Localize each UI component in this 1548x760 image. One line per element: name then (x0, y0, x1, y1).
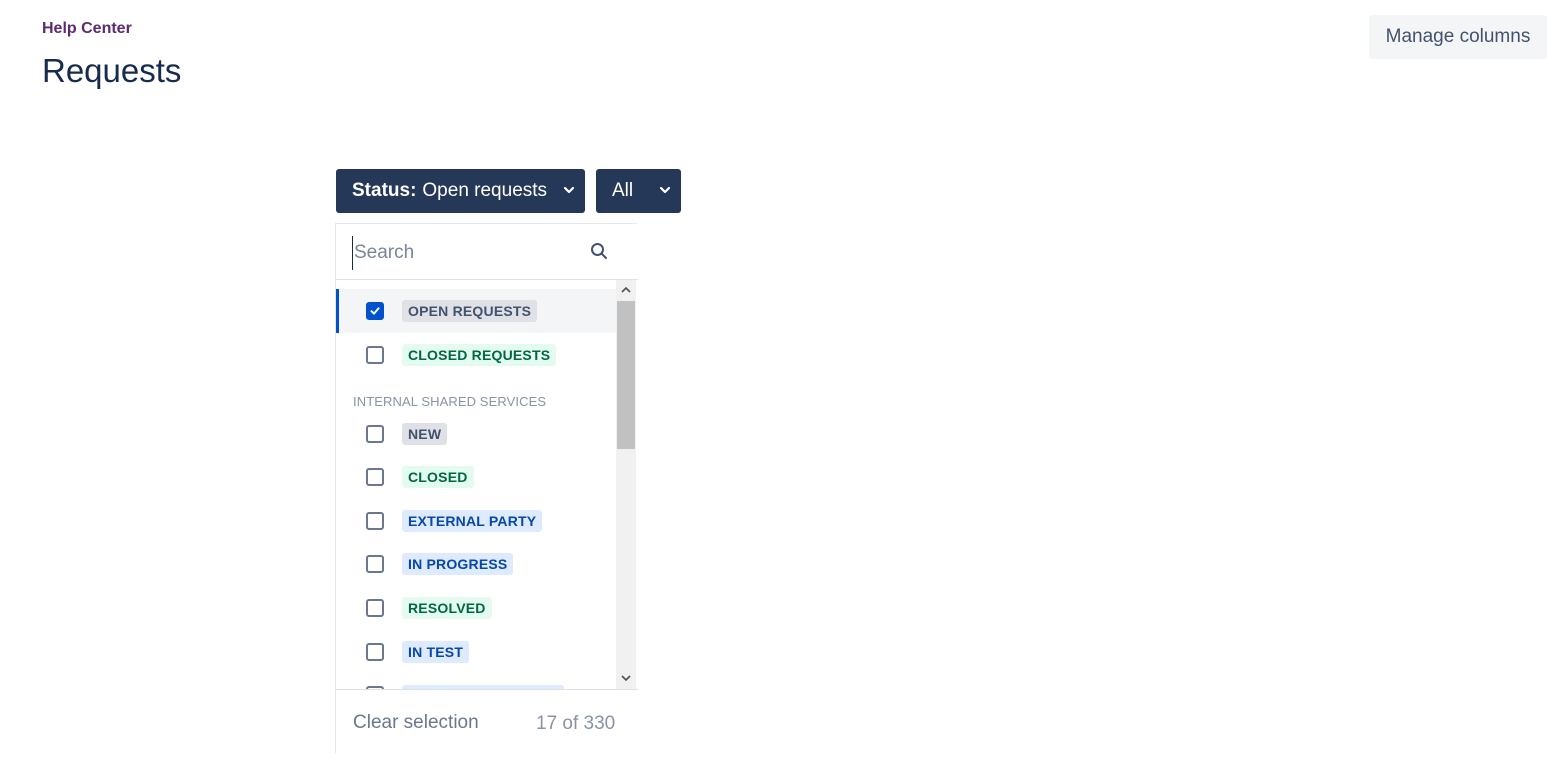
search-row (336, 224, 638, 280)
chevron-down-icon (563, 186, 575, 194)
status-dropdown: OPEN REQUESTS CLOSED REQUESTS INTERNAL S… (335, 223, 638, 754)
clear-selection-button[interactable]: Clear selection (353, 712, 479, 734)
option-open-requests[interactable]: OPEN REQUESTS (336, 289, 616, 333)
scroll-thumb[interactable] (617, 301, 635, 449)
scope-filter-button[interactable]: All (596, 169, 681, 213)
page-title: Requests (42, 52, 182, 89)
status-lozenge: NEW (402, 423, 448, 445)
checkbox[interactable] (366, 346, 384, 364)
status-filter-button[interactable]: Status: Open requests (336, 169, 585, 213)
status-option-list: OPEN REQUESTS CLOSED REQUESTS INTERNAL S… (336, 289, 616, 689)
option-new[interactable]: NEW (336, 412, 616, 456)
search-input[interactable] (352, 236, 576, 270)
status-filter-value: Open requests (422, 180, 548, 201)
option-in-test[interactable]: IN TEST (336, 630, 616, 674)
search-icon[interactable] (590, 242, 608, 260)
scope-filter-value: All (612, 180, 634, 201)
checkbox-checked[interactable] (366, 302, 384, 320)
status-lozenge: OPEN REQUESTS (402, 300, 538, 322)
breadcrumb[interactable]: Help Center (42, 20, 132, 38)
checkbox[interactable] (366, 643, 384, 661)
option-resolved[interactable]: RESOLVED (336, 586, 616, 630)
option-closed[interactable]: CLOSED (336, 455, 616, 499)
group-heading: INTERNAL SHARED SERVICES (353, 394, 547, 409)
status-filter-key: Status: (352, 180, 417, 201)
status-lozenge: CLOSED (402, 466, 474, 488)
dropdown-footer: Clear selection 17 of 330 (336, 689, 638, 754)
checkbox[interactable] (366, 599, 384, 617)
checkbox[interactable] (366, 468, 384, 486)
checkbox[interactable] (366, 555, 384, 573)
check-icon (370, 307, 380, 315)
scrollbar[interactable] (616, 280, 636, 690)
option-in-progress[interactable]: IN PROGRESS (336, 542, 616, 586)
scroll-up-icon[interactable] (620, 284, 632, 296)
option-closed-requests[interactable]: CLOSED REQUESTS (336, 333, 616, 377)
status-lozenge: IN PROGRESS (402, 553, 514, 575)
checkbox[interactable] (366, 425, 384, 443)
manage-columns-button[interactable]: Manage columns (1369, 15, 1547, 59)
status-lozenge: IN TEST (402, 641, 470, 663)
scroll-down-icon[interactable] (620, 672, 632, 684)
chevron-down-icon (659, 186, 671, 194)
checkbox[interactable] (366, 512, 384, 530)
option-external-party[interactable]: EXTERNAL PARTY (336, 499, 616, 543)
status-lozenge: EXTERNAL PARTY (402, 510, 543, 532)
status-lozenge: CLOSED REQUESTS (402, 344, 557, 366)
result-count: 17 of 330 (536, 713, 616, 734)
status-lozenge: RESOLVED (402, 597, 492, 619)
